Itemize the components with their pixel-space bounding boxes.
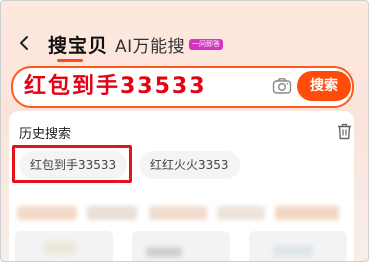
product-card[interactable] [15, 231, 113, 261]
camera-icon [272, 78, 292, 94]
top-nav: 搜宝贝 AI万能搜 一问即答 [1, 23, 368, 63]
tab-ai-search[interactable]: AI万能搜 [115, 32, 185, 57]
ai-tab-badge: 一问即答 [189, 39, 223, 50]
camera-button[interactable] [271, 76, 293, 96]
history-title: 历史搜索 [19, 127, 72, 142]
search-input[interactable]: 红包到手33533 [24, 70, 207, 104]
clear-history-button[interactable] [337, 123, 353, 141]
highlight-box [12, 145, 132, 183]
chevron-left-icon [20, 36, 28, 50]
search-button[interactable]: 搜索 [297, 71, 351, 101]
blurred-block [17, 206, 77, 220]
blurred-block [275, 206, 339, 220]
blurred-block [217, 206, 265, 220]
blurred-block [87, 206, 137, 220]
active-tab-indicator [57, 59, 83, 62]
back-button[interactable] [17, 23, 31, 63]
history-chip[interactable]: 红红火火3353 [139, 151, 240, 179]
blurred-block [149, 206, 207, 220]
search-bar: 红包到手33533 搜索 [11, 66, 354, 108]
product-card[interactable] [132, 231, 230, 261]
blurred-thumb [273, 245, 313, 257]
tab-search-items[interactable]: 搜宝贝 [48, 31, 108, 58]
product-card[interactable] [249, 231, 347, 261]
app-frame: 搜宝贝 AI万能搜 一问即答 红包到手33533 搜索 历史搜索 红包到手335… [0, 0, 369, 262]
blurred-thumb [146, 247, 182, 257]
trash-icon [338, 123, 351, 140]
blurred-thumb [45, 241, 75, 255]
